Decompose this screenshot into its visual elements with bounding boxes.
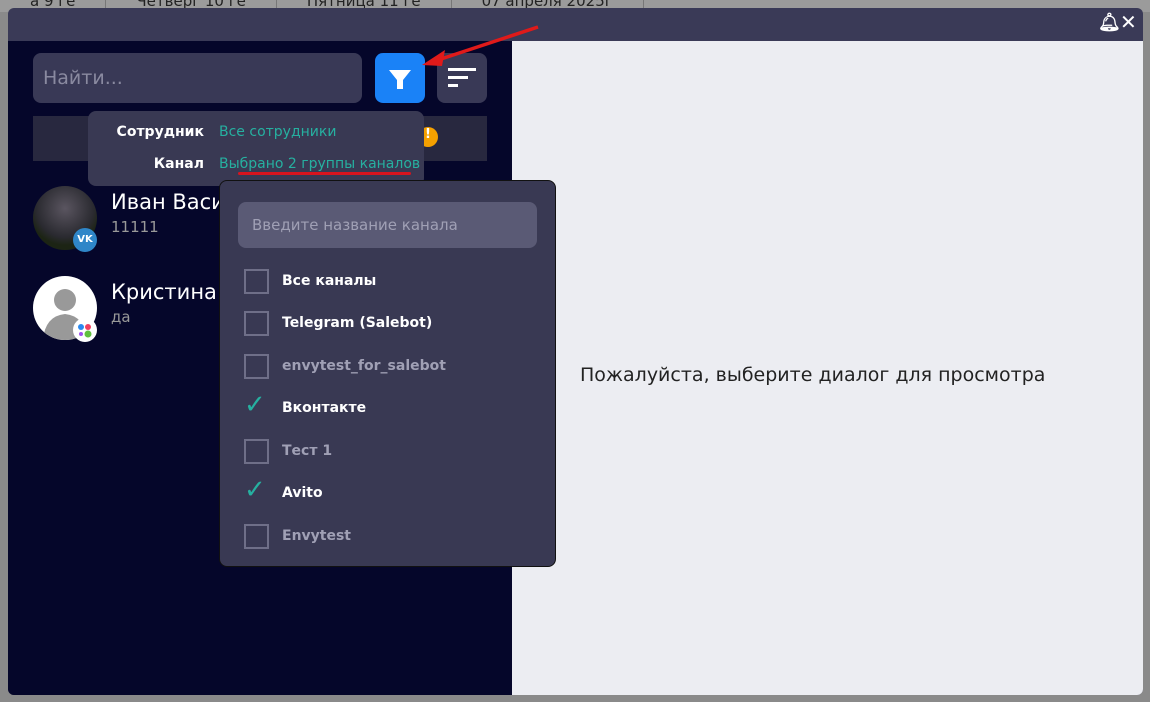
search-input[interactable] [33,53,362,103]
modal-header: 🔔︎ ✕ [8,8,1143,41]
checkbox[interactable] [244,354,269,379]
multi-channel-icon [73,318,97,342]
annotation-underline [238,172,411,175]
checkbox[interactable] [244,524,269,549]
dialog-panel: Пожалуйста, выберите диалог для просмотр… [512,41,1143,695]
sort-icon [448,68,476,87]
channel-option[interactable]: Envytest [244,524,534,550]
channel-option[interactable]: envytest_for_salebot [244,354,534,380]
chat-name: Иван Васи [111,190,225,214]
channel-dropdown: Все каналы Telegram (Salebot) envytest_f… [219,180,556,567]
bell-icon[interactable]: 🔔︎ [1098,12,1121,33]
option-label: Telegram (Salebot) [282,315,433,331]
chat-preview: 11111 [111,218,159,236]
channel-option[interactable]: Все каналы [244,269,534,295]
empty-state-text: Пожалуйста, выберите диалог для просмотр… [580,364,1046,386]
channel-option[interactable]: Тест 1 [244,439,534,465]
option-label: Тест 1 [282,443,333,459]
option-label: Avito [282,485,323,501]
employee-filter-value[interactable]: Все сотрудники [219,124,336,140]
checkbox[interactable] [244,439,269,464]
channel-filter-value[interactable]: Выбрано 2 группы каналов [219,156,420,172]
vk-icon: VK [73,228,97,252]
channel-option[interactable]: Telegram (Salebot) [244,311,534,337]
option-label: Все каналы [282,273,377,289]
chat-preview: да [111,308,131,326]
filter-popup: Сотрудник Все сотрудники Канал Выбрано 2… [88,111,424,186]
checkmark-icon[interactable]: ✓ [244,475,266,505]
channel-search-input[interactable] [238,202,537,248]
channel-option[interactable]: ✓ Avito [244,475,534,507]
checkmark-icon[interactable]: ✓ [244,390,266,420]
option-label: Вконтакте [282,400,367,416]
sort-button[interactable] [437,53,487,103]
option-label: envytest_for_salebot [282,358,446,374]
checkbox[interactable] [244,269,269,294]
option-label: Envytest [282,528,351,544]
filter-button[interactable] [375,53,425,103]
close-icon[interactable]: ✕ [1120,10,1137,34]
channel-label: Канал [153,156,204,172]
channel-option[interactable]: ✓ Вконтакте [244,390,534,422]
checkbox[interactable] [244,311,269,336]
filter-icon [389,70,411,89]
employee-label: Сотрудник [116,124,204,140]
chat-name: Кристина [111,280,217,304]
